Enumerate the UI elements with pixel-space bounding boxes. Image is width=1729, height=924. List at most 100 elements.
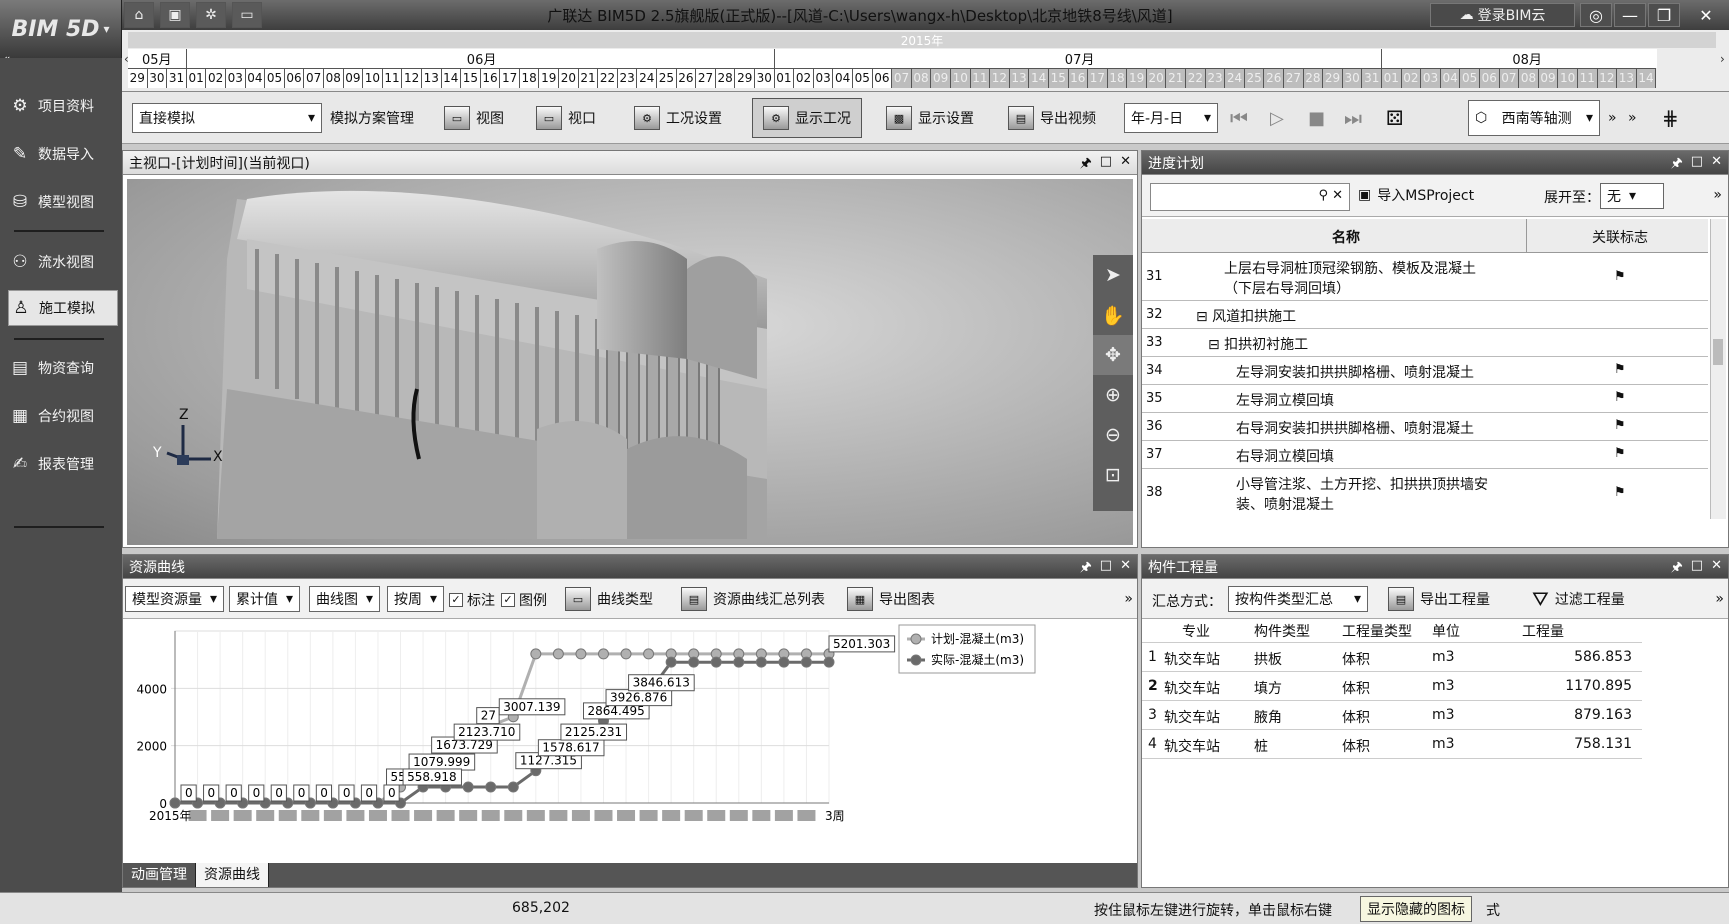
timeline-day[interactable]: 04	[833, 68, 853, 88]
timeline-day[interactable]: 30	[755, 68, 775, 88]
cumulative-select[interactable]: 累计值 ▾	[229, 586, 301, 612]
timeline-day[interactable]: 08	[1519, 68, 1539, 88]
timeline-day[interactable]: 25	[1244, 68, 1265, 88]
timeline-day[interactable]: 08	[323, 68, 344, 88]
timeline-day[interactable]: 03	[813, 68, 834, 88]
timeline-day[interactable]: 21	[578, 68, 599, 88]
app-logo[interactable]: BIM 5D ▾	[0, 0, 122, 58]
schedule-row[interactable]: 35 左导洞立模回填 ⚑	[1142, 385, 1708, 413]
sidebar-item-project-info[interactable]: ⚙ 项目资料	[8, 88, 118, 124]
schedule-row[interactable]: 31 上层右导洞桩顶冠梁钢筋、模板及混凝土 （下层右导洞回填） ⚑	[1142, 253, 1708, 301]
plan-mgmt-button[interactable]: 模拟方案管理	[330, 100, 414, 136]
timeline-day[interactable]: 06	[284, 68, 305, 88]
timeline-day[interactable]: 01	[1382, 68, 1402, 88]
timeline-day[interactable]: 27	[1284, 68, 1304, 88]
cloud-login-button[interactable]: ☁ 登录BIM云	[1430, 3, 1575, 27]
pan-hand-icon[interactable]: ✋	[1093, 295, 1133, 335]
timeline-day[interactable]: 04	[1440, 68, 1461, 88]
more-icon[interactable]: »	[1124, 591, 1133, 607]
timeline-day[interactable]: 22	[598, 68, 618, 88]
summary-mode-select[interactable]: 按构件类型汇总 ▾	[1228, 586, 1368, 612]
timeline-day[interactable]: 16	[480, 68, 501, 88]
timeline-day[interactable]: 11	[1577, 68, 1598, 88]
help-icon[interactable]: ◎	[1580, 3, 1612, 27]
resource-chart[interactable]: 0200040002015年3周0000000000558.9181079.99…	[123, 623, 1137, 855]
restore-icon[interactable]: □	[1100, 154, 1112, 176]
table-row[interactable]: 2 轨交车站 填方 体积 m3 1170.895	[1142, 672, 1642, 701]
tab-animation-mgmt[interactable]: 动画管理	[123, 863, 196, 887]
viewport-button[interactable]: ▭ 视口	[536, 100, 596, 136]
timeline-day[interactable]: 23	[1205, 68, 1226, 88]
timeline-day[interactable]: 15	[1048, 68, 1069, 88]
timeline-day[interactable]: 08	[911, 68, 932, 88]
timeline-day[interactable]: 12	[990, 68, 1010, 88]
timeline-day[interactable]: 11	[382, 68, 403, 88]
timeline-day[interactable]: 07	[304, 68, 324, 88]
show-condition-button[interactable]: ⚙ 显示工况	[752, 98, 862, 138]
schedule-search-input[interactable]: ⚲ ✕	[1150, 183, 1350, 211]
timeline-day[interactable]: 05	[265, 68, 285, 88]
more-icon[interactable]: »	[1628, 100, 1637, 136]
close-icon[interactable]: ✕	[1711, 154, 1722, 176]
curve-chart-select[interactable]: 曲线图 ▾	[309, 586, 381, 612]
orbit-icon[interactable]: ✥	[1093, 335, 1133, 375]
hierarchy-icon[interactable]: ⚄	[1386, 100, 1403, 136]
timeline-day[interactable]: 31	[167, 68, 187, 88]
restore-icon[interactable]: □	[1691, 154, 1703, 176]
display-settings-button[interactable]: ▩ 显示设置	[886, 100, 974, 136]
timeline-day[interactable]: 29	[1323, 68, 1343, 88]
sidebar-item-data-import[interactable]: ✎ 数据导入	[8, 136, 118, 172]
import-msproject-button[interactable]: ▣ 导入MSProject	[1358, 185, 1474, 205]
sidebar-item-construction-sim[interactable]: ♙ 施工模拟	[8, 290, 118, 326]
search-icon[interactable]: ⚲ ✕	[1318, 188, 1343, 203]
timeline-day[interactable]: 23	[617, 68, 638, 88]
close-icon[interactable]: ✕	[1120, 154, 1131, 176]
timeline-day[interactable]: 19	[539, 68, 560, 88]
timeline-day[interactable]: 14	[441, 68, 462, 88]
home-icon[interactable]: ⌂	[124, 2, 154, 28]
export-quantities-button[interactable]: ▤ 导出工程量	[1388, 581, 1490, 617]
zoom-in-icon[interactable]: ⊕	[1093, 375, 1133, 415]
pin-icon[interactable]: 🖈	[1080, 154, 1092, 176]
timeline-day[interactable]: 06	[872, 68, 893, 88]
timeline-day[interactable]: 12	[402, 68, 422, 88]
timeline-day[interactable]: 02	[794, 68, 814, 88]
timeline-day[interactable]: 09	[343, 68, 364, 88]
timeline-day[interactable]: 02	[206, 68, 226, 88]
pin-icon[interactable]: 🖈	[1671, 154, 1683, 176]
close-icon[interactable]: ✕	[1711, 558, 1722, 580]
timeline-day[interactable]: 03	[1421, 68, 1441, 88]
pin-icon[interactable]: 🖈	[1080, 558, 1092, 580]
pin-icon[interactable]: 🖈	[1671, 558, 1683, 580]
timeline-day[interactable]: 26	[676, 68, 697, 88]
maximize-button[interactable]: ❐	[1648, 3, 1680, 27]
schedule-row[interactable]: 37 右导洞立模回填 ⚑	[1142, 441, 1708, 469]
timeline-day[interactable]: 20	[559, 68, 579, 88]
timeline-day[interactable]: 10	[363, 68, 383, 88]
filter-quantities-button[interactable]: ⛛ 过滤工程量	[1532, 581, 1625, 617]
view-button[interactable]: ▭ 视图	[444, 100, 504, 136]
curve-type-button[interactable]: ▭ 曲线类型	[565, 581, 653, 617]
timeline-day[interactable]: 24	[637, 68, 658, 88]
stop-icon[interactable]: ■	[1308, 100, 1325, 136]
timeline-day[interactable]: 07	[1499, 68, 1520, 88]
timeline-day[interactable]: 17	[1088, 68, 1108, 88]
expand-select[interactable]: 无 ▾	[1600, 183, 1664, 209]
timeline-day[interactable]: 01	[774, 68, 795, 88]
sidebar-item-flow-view[interactable]: ⚇ 流水视图	[8, 244, 118, 280]
legend-checkbox[interactable]: ✓ 图例	[501, 590, 547, 610]
timeline-day[interactable]: 19	[1127, 68, 1147, 88]
scrollbar-thumb[interactable]	[1713, 339, 1723, 365]
sidebar-item-contract-view[interactable]: ▦ 合约视图	[8, 398, 118, 434]
condition-settings-button[interactable]: ⚙ 工况设置	[634, 100, 722, 136]
timeline-day[interactable]: 07	[892, 68, 912, 88]
timeline-day[interactable]: 29	[128, 68, 148, 88]
timeline-day[interactable]: 12	[1597, 68, 1618, 88]
timeline-ruler[interactable]: 2015年 05月 06月 07月 08月 29 30 31 01 02 03 04 05 06…	[122, 30, 1729, 92]
timeline-right-icon[interactable]: ›	[1720, 52, 1725, 66]
timeline-day[interactable]: 13	[1617, 68, 1637, 88]
timeline-day[interactable]: 13	[421, 68, 442, 88]
schedule-row[interactable]: 38 小导管注浆、土方开挖、扣拱拱顶拱墙安 装、喷射混凝土 ⚑	[1142, 469, 1708, 517]
restore-icon[interactable]: □	[1100, 558, 1112, 580]
zoom-out-icon[interactable]: ⊖	[1093, 415, 1133, 455]
